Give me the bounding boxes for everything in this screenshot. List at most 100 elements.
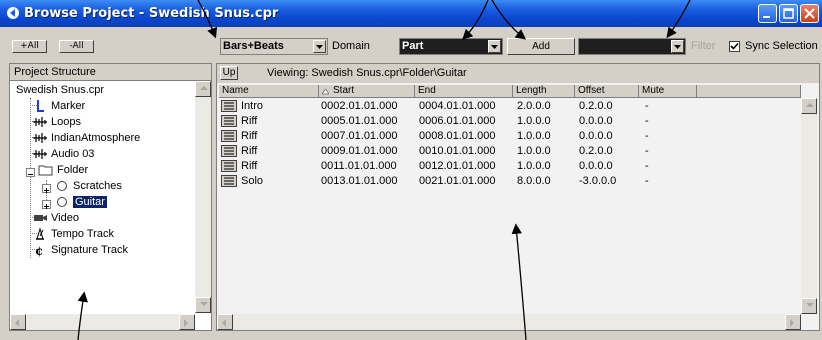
cell-start: 0013.01.01.000 xyxy=(321,175,398,187)
minimize-button[interactable] xyxy=(758,4,777,23)
cell-length: 1.0.0.0 xyxy=(517,115,551,127)
scroll-down-button[interactable] xyxy=(801,298,817,314)
chevron-up-icon xyxy=(806,103,814,107)
sort-ascending-icon xyxy=(322,89,329,95)
cell-start: 0005.01.01.000 xyxy=(321,115,398,127)
cell-offset: 0.2.0.0 xyxy=(579,100,613,112)
chevron-down-icon xyxy=(313,40,326,53)
cell-length: 2.0.0.0 xyxy=(517,100,551,112)
cell-offset: 0.0.0.0 xyxy=(579,115,613,127)
audio-track-icon xyxy=(33,117,47,127)
minus-icon xyxy=(28,174,33,175)
column-header-length[interactable]: Length xyxy=(513,85,575,98)
tree-item-label: Video xyxy=(51,212,79,224)
scroll-down-button[interactable] xyxy=(195,297,211,313)
part-icon xyxy=(221,115,237,127)
cell-end: 0012.01.01.000 xyxy=(419,160,496,172)
scroll-right-button[interactable] xyxy=(179,314,195,330)
cell-name: Riff xyxy=(241,145,258,157)
scroll-left-button[interactable] xyxy=(10,314,26,330)
window-title: Browse Project - Swedish Snus.cpr xyxy=(24,6,279,21)
cell-name: Intro xyxy=(241,100,264,112)
event-list-panel: Up Viewing: Swedish Snus.cpr\Folder\Guit… xyxy=(216,63,820,331)
tree-item-label: Marker xyxy=(51,100,86,112)
collapse-all-button[interactable]: -All xyxy=(59,40,94,53)
collapse-folder-toggle[interactable] xyxy=(26,168,35,177)
cell-end: 0006.01.01.000 xyxy=(419,115,496,127)
circle-icon xyxy=(57,181,67,191)
project-structure-title: Project Structure xyxy=(14,66,96,78)
add-button[interactable]: Add xyxy=(507,38,575,55)
marker-icon xyxy=(37,100,44,112)
maximize-button[interactable] xyxy=(779,4,798,23)
domain-label: Domain xyxy=(332,40,370,52)
cell-length: 1.0.0.0 xyxy=(517,160,551,172)
up-button[interactable]: Up xyxy=(220,66,238,80)
current-path: Viewing: Swedish Snus.cpr\Folder\Guitar xyxy=(267,67,467,79)
list-horizontal-scrollbar[interactable] xyxy=(217,314,801,330)
project-structure-panel: Project Structure Swedish Snus.cpr Marke… xyxy=(9,63,212,331)
cell-name: Riff xyxy=(241,160,258,172)
plus-icon xyxy=(44,204,49,209)
svg-text:¢: ¢ xyxy=(35,244,43,257)
cell-mute: - xyxy=(645,145,649,157)
chevron-left-icon xyxy=(15,319,19,327)
part-icon xyxy=(221,145,237,157)
cell-offset: 0.0.0.0 xyxy=(579,130,613,142)
cell-mute: - xyxy=(645,100,649,112)
cell-mute: - xyxy=(645,130,649,142)
list-vertical-scrollbar[interactable] xyxy=(801,98,817,314)
circle-icon xyxy=(57,197,67,207)
expand-guitar-toggle[interactable] xyxy=(42,200,51,209)
video-icon xyxy=(34,215,47,221)
expand-all-button[interactable]: +All xyxy=(12,40,47,53)
tree-horizontal-scrollbar[interactable] xyxy=(10,314,195,330)
scroll-up-button[interactable] xyxy=(195,81,211,97)
part-icon xyxy=(221,175,237,187)
folder-icon xyxy=(38,165,53,176)
cell-offset: 0.0.0.0 xyxy=(579,160,613,172)
filter-select[interactable] xyxy=(578,38,686,55)
maximize-icon xyxy=(783,8,794,19)
chevron-up-icon xyxy=(200,86,208,90)
chevron-down-icon xyxy=(488,40,501,53)
event-type-select[interactable]: Part xyxy=(399,38,503,55)
column-header-mute[interactable]: Mute xyxy=(639,85,697,98)
column-header-name[interactable]: Name xyxy=(219,85,319,98)
column-header-end[interactable]: End xyxy=(415,85,513,98)
scroll-left-button[interactable] xyxy=(217,314,233,330)
cell-name: Solo xyxy=(241,175,264,187)
tree-item-label: Scratches xyxy=(73,180,122,192)
signature-icon: ¢ xyxy=(35,244,43,257)
checkmark-icon xyxy=(730,42,739,50)
tree-item-label: IndianAtmosphere xyxy=(51,132,141,144)
tempo-icon xyxy=(36,227,44,240)
event-type-value: Part xyxy=(402,40,424,52)
expand-scratches-toggle[interactable] xyxy=(42,184,51,193)
minimize-icon xyxy=(763,16,770,18)
time-format-select[interactable]: Bars+Beats xyxy=(220,38,328,55)
title-bar[interactable]: Browse Project - Swedish Snus.cpr xyxy=(0,0,822,27)
chevron-down-icon xyxy=(671,40,684,53)
cell-name: Riff xyxy=(241,115,258,127)
plus-icon xyxy=(44,188,49,193)
tree-item-label: Loops xyxy=(51,116,81,128)
cell-end: 0021.01.01.000 xyxy=(419,175,496,187)
scroll-right-button[interactable] xyxy=(785,314,801,330)
cell-start: 0002.01.01.000 xyxy=(321,100,398,112)
tree-item-label: Guitar xyxy=(73,196,107,208)
tree-item-label: Signature Track xyxy=(51,244,129,256)
scroll-up-button[interactable] xyxy=(801,98,817,114)
close-button[interactable] xyxy=(800,4,819,23)
tree-vertical-scrollbar[interactable] xyxy=(195,81,211,313)
audio-track-icon xyxy=(33,133,47,143)
cell-end: 0008.01.01.000 xyxy=(419,130,496,142)
column-header-offset[interactable]: Offset xyxy=(575,85,639,98)
column-header-label: Start xyxy=(333,85,355,96)
tree-item-label: Audio 03 xyxy=(51,148,95,160)
chevron-down-icon xyxy=(200,302,208,306)
cell-length: 1.0.0.0 xyxy=(517,145,551,157)
column-header-start[interactable]: Start xyxy=(319,85,415,98)
sync-selection-checkbox[interactable] xyxy=(729,41,740,52)
app-icon xyxy=(7,7,19,19)
